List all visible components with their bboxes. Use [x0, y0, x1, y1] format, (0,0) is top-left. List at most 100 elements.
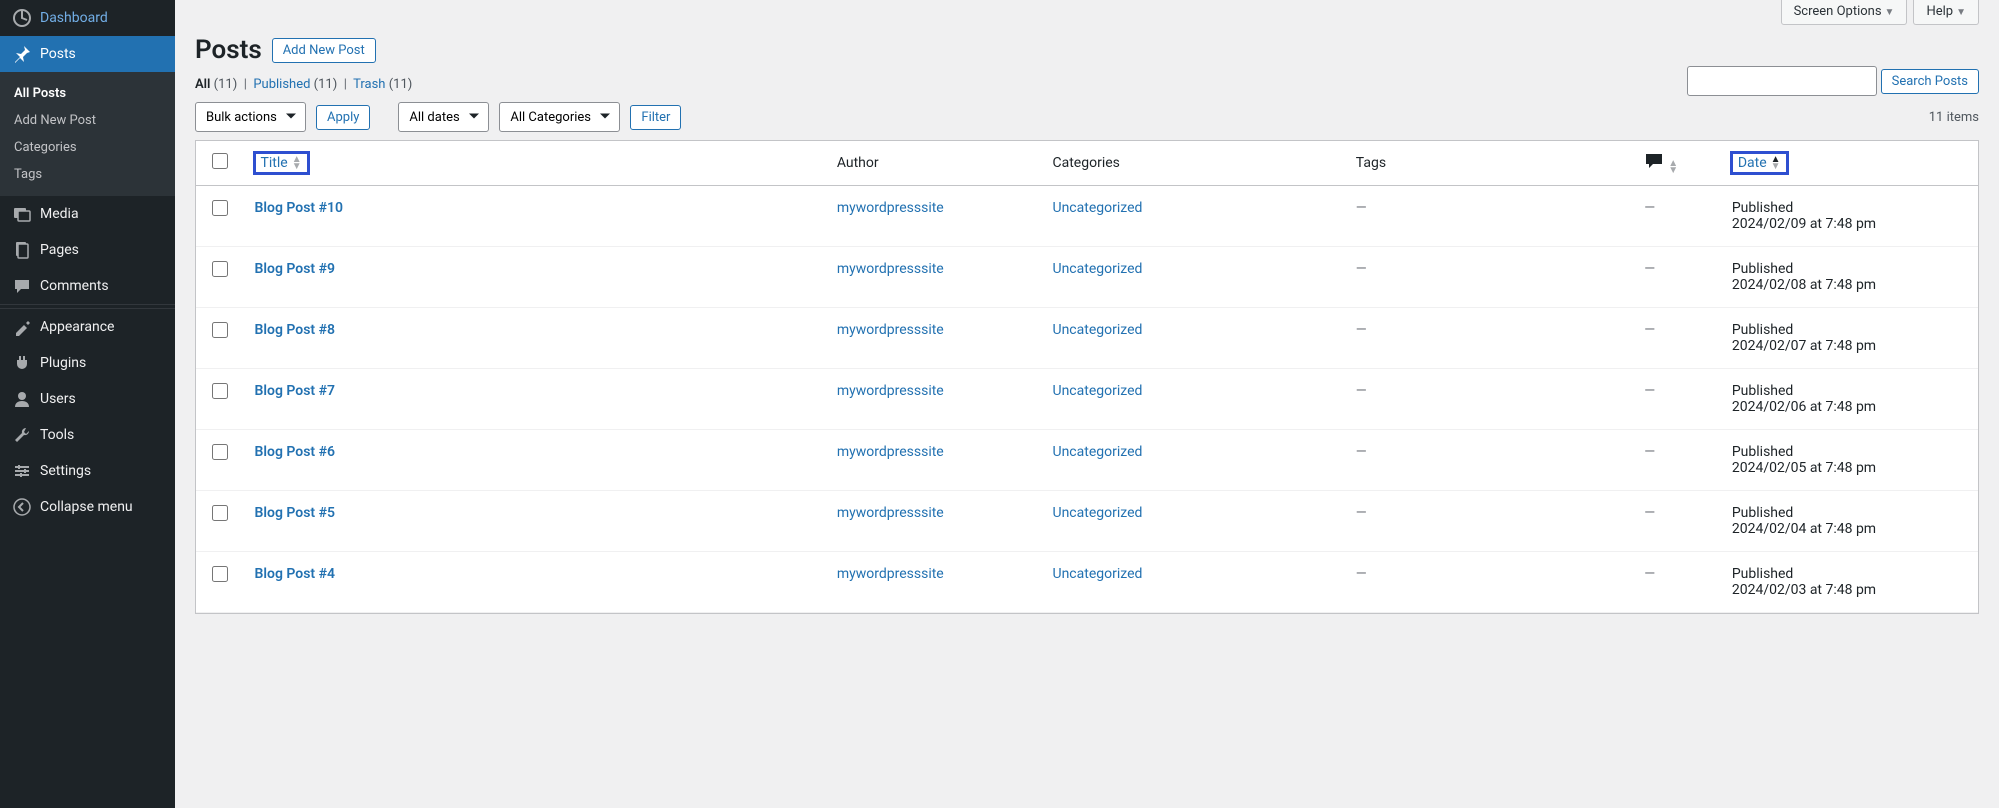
search-posts-button[interactable]: Search Posts	[1881, 69, 1979, 94]
sidebar-item-posts[interactable]: Posts	[0, 36, 175, 72]
post-title-link[interactable]: Blog Post #7	[255, 383, 335, 399]
collapse-icon	[12, 497, 32, 517]
table-row: Blog Post #5 mywordpresssite Uncategorized…	[196, 491, 1978, 552]
main-content: Screen Options▼ Help▼ Posts Add New Post…	[175, 0, 1999, 808]
tags-cell: —	[1356, 505, 1367, 521]
row-checkbox[interactable]	[212, 200, 228, 216]
sidebar-item-comments[interactable]: Comments	[0, 268, 175, 304]
row-checkbox[interactable]	[212, 444, 228, 460]
category-link[interactable]: Uncategorized	[1053, 200, 1143, 216]
row-checkbox[interactable]	[212, 322, 228, 338]
sidebar-item-tools[interactable]: Tools	[0, 417, 175, 453]
posts-submenu: All Posts Add New Post Categories Tags	[0, 72, 175, 196]
submenu-categories[interactable]: Categories	[0, 134, 175, 161]
comments-cell: —	[1644, 322, 1655, 338]
category-filter-select[interactable]: All Categories	[499, 102, 620, 132]
sidebar-item-label: Posts	[40, 46, 76, 62]
col-title-sort[interactable]: Title	[261, 155, 288, 171]
author-link[interactable]: mywordpresssite	[837, 444, 944, 460]
users-icon	[12, 389, 32, 409]
table-row: Blog Post #7 mywordpresssite Uncategorized…	[196, 369, 1978, 430]
filter-all[interactable]: All	[195, 77, 210, 92]
table-row: Blog Post #4 mywordpresssite Uncategorized…	[196, 552, 1978, 613]
sidebar-item-plugins[interactable]: Plugins	[0, 345, 175, 381]
submenu-add-new-post[interactable]: Add New Post	[0, 107, 175, 134]
author-link[interactable]: mywordpresssite	[837, 383, 944, 399]
screen-options-tab[interactable]: Screen Options▼	[1781, 0, 1908, 25]
dashboard-icon	[12, 8, 32, 28]
post-title-link[interactable]: Blog Post #9	[255, 261, 335, 277]
sidebar-item-settings[interactable]: Settings	[0, 453, 175, 489]
category-link[interactable]: Uncategorized	[1053, 261, 1143, 277]
category-link[interactable]: Uncategorized	[1053, 505, 1143, 521]
col-categories: Categories	[1043, 141, 1346, 186]
sidebar-item-label: Tools	[40, 427, 74, 443]
comments-icon	[12, 276, 32, 296]
table-row: Blog Post #6 mywordpresssite Uncategorized…	[196, 430, 1978, 491]
category-link[interactable]: Uncategorized	[1053, 383, 1143, 399]
sidebar-item-collapse[interactable]: Collapse menu	[0, 489, 175, 525]
comments-icon	[1644, 151, 1664, 171]
appearance-icon	[12, 317, 32, 337]
select-all-checkbox[interactable]	[212, 153, 228, 169]
submenu-all-posts[interactable]: All Posts	[0, 80, 175, 107]
sidebar-item-label: Media	[40, 206, 79, 222]
date-filter-select[interactable]: All dates	[398, 102, 489, 132]
add-new-post-button[interactable]: Add New Post	[272, 38, 376, 63]
comments-cell: —	[1644, 200, 1655, 216]
admin-sidebar: Dashboard Posts All Posts Add New Post C…	[0, 0, 175, 808]
sort-icon: ▲▼	[1771, 156, 1781, 170]
search-posts-input[interactable]	[1687, 66, 1877, 96]
pages-icon	[12, 240, 32, 260]
post-title-link[interactable]: Blog Post #8	[255, 322, 335, 338]
row-checkbox[interactable]	[212, 566, 228, 582]
submenu-tags[interactable]: Tags	[0, 161, 175, 188]
pin-icon	[12, 44, 32, 64]
media-icon	[12, 204, 32, 224]
row-checkbox[interactable]	[212, 505, 228, 521]
tags-cell: —	[1356, 261, 1367, 277]
tools-icon	[12, 425, 32, 445]
sidebar-item-media[interactable]: Media	[0, 196, 175, 232]
chevron-down-icon: ▼	[1956, 7, 1966, 18]
bulk-actions-select[interactable]: Bulk actions	[195, 102, 306, 132]
sidebar-item-dashboard[interactable]: Dashboard	[0, 0, 175, 36]
col-comments[interactable]: ▲▼	[1634, 141, 1722, 186]
tags-cell: —	[1356, 566, 1367, 582]
category-link[interactable]: Uncategorized	[1053, 566, 1143, 582]
apply-button[interactable]: Apply	[316, 105, 370, 130]
post-title-link[interactable]: Blog Post #10	[255, 200, 343, 216]
col-date-sort[interactable]: Date	[1738, 155, 1767, 171]
page-title: Posts	[195, 35, 262, 65]
post-title-link[interactable]: Blog Post #4	[255, 566, 335, 582]
post-title-link[interactable]: Blog Post #6	[255, 444, 335, 460]
items-count: 11 items	[1929, 110, 1979, 125]
author-link[interactable]: mywordpresssite	[837, 566, 944, 582]
row-checkbox[interactable]	[212, 261, 228, 277]
comments-cell: —	[1644, 383, 1655, 399]
filter-button[interactable]: Filter	[630, 105, 681, 130]
author-link[interactable]: mywordpresssite	[837, 322, 944, 338]
sidebar-item-appearance[interactable]: Appearance	[0, 309, 175, 345]
post-title-link[interactable]: Blog Post #5	[255, 505, 335, 521]
category-link[interactable]: Uncategorized	[1053, 444, 1143, 460]
sort-icon: ▲▼	[1668, 160, 1678, 174]
sort-icon: ▲▼	[292, 156, 302, 170]
author-link[interactable]: mywordpresssite	[837, 505, 944, 521]
col-tags: Tags	[1346, 141, 1634, 186]
posts-table: Title ▲▼ Author Categories Tags ▲▼ Date ▲▼…	[195, 140, 1979, 614]
sidebar-item-label: Collapse menu	[40, 499, 133, 515]
filter-trash[interactable]: Trash	[353, 77, 385, 92]
table-row: Blog Post #8 mywordpresssite Uncategorized…	[196, 308, 1978, 369]
category-link[interactable]: Uncategorized	[1053, 322, 1143, 338]
row-checkbox[interactable]	[212, 383, 228, 399]
help-tab[interactable]: Help▼	[1913, 0, 1979, 25]
author-link[interactable]: mywordpresssite	[837, 200, 944, 216]
sidebar-item-label: Pages	[40, 242, 79, 258]
sidebar-item-pages[interactable]: Pages	[0, 232, 175, 268]
date-cell: Published2024/02/08 at 7:48 pm	[1722, 247, 1978, 308]
sidebar-item-users[interactable]: Users	[0, 381, 175, 417]
col-author: Author	[827, 141, 1043, 186]
author-link[interactable]: mywordpresssite	[837, 261, 944, 277]
filter-published[interactable]: Published	[253, 77, 310, 92]
